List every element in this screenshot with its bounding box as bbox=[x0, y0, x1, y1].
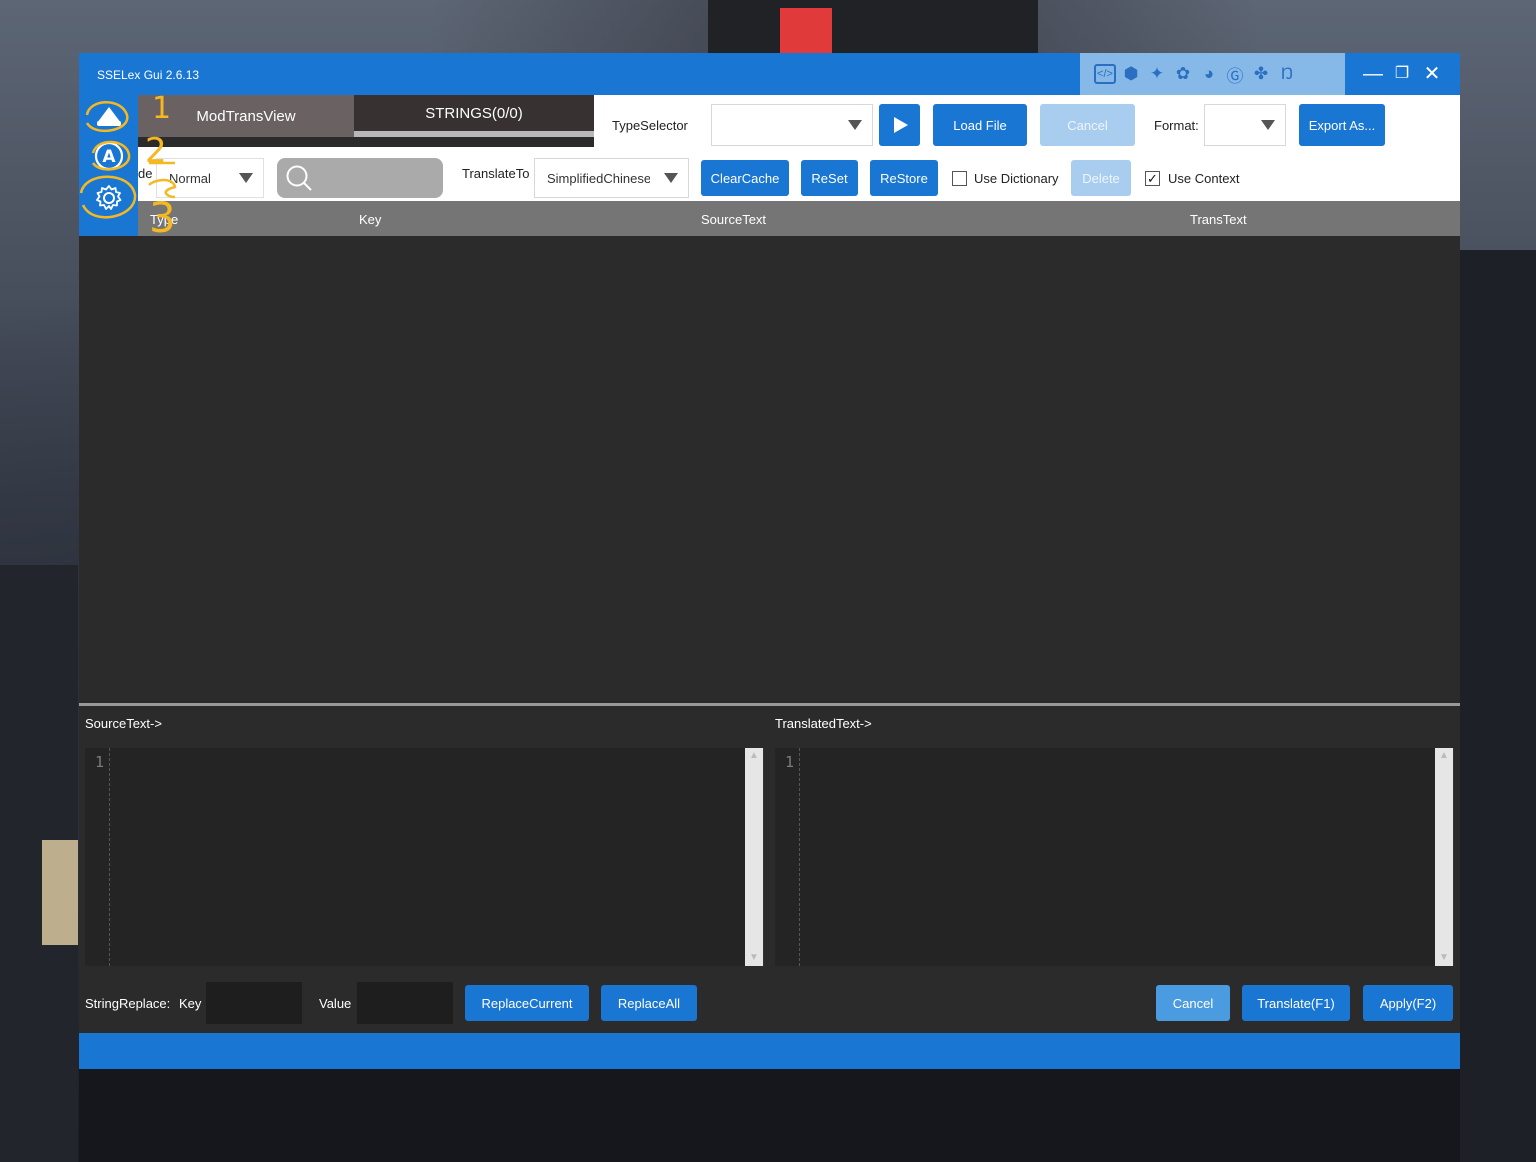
replace-all-button[interactable]: ReplaceAll bbox=[601, 985, 697, 1021]
column-trans-text[interactable]: TransText bbox=[1190, 212, 1247, 227]
play-button[interactable] bbox=[879, 104, 920, 146]
source-text-editor[interactable]: 1 ▲ ▼ bbox=[85, 748, 764, 966]
type-selector-dropdown[interactable] bbox=[711, 104, 873, 146]
openai-icon[interactable]: ✿ bbox=[1172, 63, 1194, 85]
google-icon[interactable]: Ⓖ bbox=[1224, 63, 1246, 86]
use-dictionary-label[interactable]: Use Dictionary bbox=[974, 171, 1059, 186]
toolbar-row-2: de Normal TranslateTo SimplifiedChinese … bbox=[138, 147, 1460, 201]
chevron-down-icon bbox=[1261, 120, 1275, 130]
string-replace-bar: StringReplace: Key Value ReplaceCurrent … bbox=[79, 966, 1460, 1033]
source-scrollbar[interactable]: ▲ ▼ bbox=[745, 748, 763, 966]
translated-text-editor[interactable]: 1 ▲ ▼ bbox=[775, 748, 1454, 966]
translate-to-dropdown[interactable]: SimplifiedChinese bbox=[534, 158, 689, 198]
title-bar[interactable]: SSELex Gui 2.6.13 </> ⬢ ✦ ✿ ◕ Ⓖ ✤ Ŋ — ❐ … bbox=[79, 53, 1460, 95]
sparkle-icon[interactable]: ✦ bbox=[1146, 63, 1168, 85]
load-file-button[interactable]: Load File bbox=[933, 104, 1027, 146]
key-label: Key bbox=[179, 996, 202, 1011]
baidu-paw-icon[interactable]: ✤ bbox=[1250, 63, 1272, 85]
status-bar bbox=[79, 1033, 1460, 1069]
value-input[interactable] bbox=[357, 982, 453, 1024]
line-gutter: 1 bbox=[775, 748, 800, 966]
search-icon bbox=[286, 165, 312, 191]
source-text-label: SourceText-> bbox=[85, 716, 162, 731]
line-number: 1 bbox=[785, 753, 795, 771]
scroll-up-icon[interactable]: ▲ bbox=[1435, 748, 1453, 764]
export-button[interactable]: Export As... bbox=[1299, 104, 1385, 146]
grid-header: Type Key SourceText TransText bbox=[138, 201, 1460, 236]
column-key[interactable]: Key bbox=[359, 212, 381, 227]
use-context-label[interactable]: Use Context bbox=[1168, 171, 1240, 186]
column-source-text[interactable]: SourceText bbox=[701, 212, 766, 227]
use-dictionary-checkbox[interactable] bbox=[952, 171, 967, 186]
value-label: Value bbox=[319, 996, 352, 1011]
translate-to-value: SimplifiedChinese bbox=[547, 170, 650, 186]
delete-button[interactable]: Delete bbox=[1071, 160, 1131, 196]
splitter[interactable] bbox=[79, 703, 1460, 706]
scroll-down-icon[interactable]: ▼ bbox=[745, 950, 763, 966]
minimize-button[interactable]: — bbox=[1360, 62, 1386, 86]
format-label: Format: bbox=[1154, 118, 1199, 133]
chevron-down-icon bbox=[239, 173, 253, 183]
annotation-3: 3 bbox=[149, 193, 176, 242]
reset-button[interactable]: ReSet bbox=[801, 160, 858, 196]
code-window-icon[interactable]: </> bbox=[1094, 64, 1116, 84]
translated-text-label: TranslatedText-> bbox=[775, 716, 872, 731]
maximize-button[interactable]: ❐ bbox=[1389, 62, 1415, 86]
apply-button[interactable]: Apply(F2) bbox=[1363, 985, 1453, 1021]
clear-cache-button[interactable]: ClearCache bbox=[701, 160, 789, 196]
play-icon bbox=[893, 117, 908, 133]
chevron-down-icon bbox=[664, 173, 678, 183]
line-gutter: 1 bbox=[85, 748, 110, 966]
search-input[interactable] bbox=[277, 158, 443, 198]
replace-current-button[interactable]: ReplaceCurrent bbox=[465, 985, 589, 1021]
cancel-load-button[interactable]: Cancel bbox=[1040, 104, 1135, 146]
annotation-2: 2 bbox=[145, 131, 167, 171]
format-dropdown[interactable] bbox=[1204, 104, 1286, 146]
translate-to-label: TranslateTo bbox=[462, 166, 530, 181]
key-input[interactable] bbox=[206, 982, 302, 1024]
type-selector-label: TypeSelector bbox=[612, 118, 688, 133]
cancel-translate-button[interactable]: Cancel bbox=[1156, 985, 1230, 1021]
annotation-1: 1 bbox=[152, 91, 172, 126]
toolbar: TypeSelector Load File Cancel Format: Ex… bbox=[138, 95, 1460, 201]
close-button[interactable]: ✕ bbox=[1419, 62, 1445, 86]
translation-grid[interactable] bbox=[79, 236, 1460, 703]
app-window: SSELex Gui 2.6.13 </> ⬢ ✦ ✿ ◕ Ⓖ ✤ Ŋ — ❐ … bbox=[79, 53, 1460, 1069]
deepseek-icon[interactable]: ◕ bbox=[1198, 63, 1220, 85]
use-context-checkbox[interactable]: ✓ bbox=[1145, 171, 1160, 186]
scroll-down-icon[interactable]: ▼ bbox=[1435, 950, 1453, 966]
service-icons: </> ⬢ ✦ ✿ ◕ Ⓖ ✤ Ŋ bbox=[1080, 53, 1345, 95]
chevron-down-icon bbox=[848, 120, 862, 130]
restore-button[interactable]: ReStore bbox=[870, 160, 938, 196]
toolbar-row-1: TypeSelector Load File Cancel Format: Ex… bbox=[594, 95, 1460, 147]
translate-button[interactable]: Translate(F1) bbox=[1242, 985, 1350, 1021]
n-logo-icon[interactable]: Ŋ bbox=[1276, 63, 1298, 85]
string-replace-label: StringReplace: bbox=[85, 996, 171, 1011]
window-title: SSELex Gui 2.6.13 bbox=[97, 68, 200, 82]
shield-icon[interactable]: ⬢ bbox=[1120, 63, 1142, 85]
translated-scrollbar[interactable]: ▲ ▼ bbox=[1435, 748, 1453, 966]
scroll-up-icon[interactable]: ▲ bbox=[745, 748, 763, 764]
line-number: 1 bbox=[95, 753, 105, 771]
